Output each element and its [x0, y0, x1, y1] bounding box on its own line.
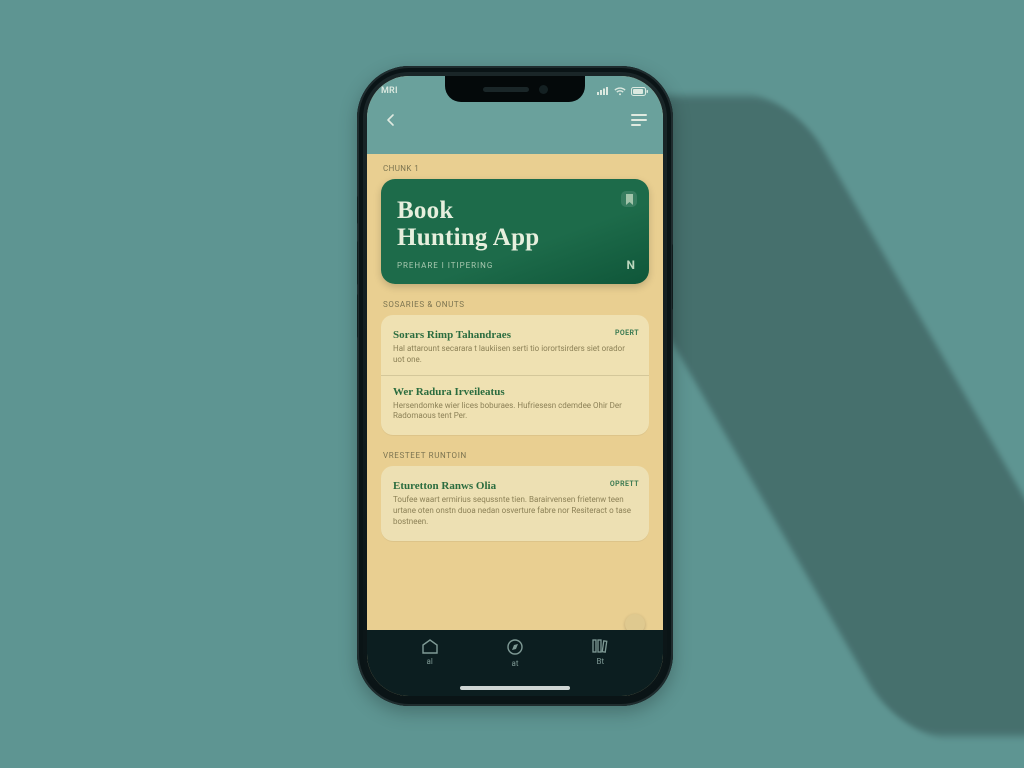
signal-icon [597, 87, 609, 95]
phone-screen: MRI [367, 76, 663, 696]
status-left-label: MRI [381, 86, 398, 96]
bookmark-icon[interactable] [621, 191, 637, 207]
phone-notch [445, 76, 585, 102]
hero-title: Book Hunting App [397, 197, 633, 251]
card-group: Poert Sorars Rimp Tahandraes Hal attarou… [381, 315, 649, 435]
item-title: Eturetton Ranws Olia [393, 480, 637, 492]
volume-down-button[interactable] [357, 294, 358, 338]
tab-home[interactable]: al [405, 638, 455, 666]
list-item[interactable]: Wer Radura Irveileatus Hersendomke wier … [381, 375, 649, 432]
list-item[interactable]: Oprett Eturetton Ranws Olia Toufee waart… [381, 470, 649, 536]
section-label: Sosaries & Onuts [383, 300, 649, 309]
tab-browse[interactable]: at [490, 638, 540, 668]
item-title: Sorars Rimp Tahandraes [393, 329, 637, 341]
tab-label: Bt [597, 657, 605, 666]
hero-card[interactable]: Book Hunting App Prehare i Itipering N [381, 179, 649, 284]
hero-marker: N [627, 258, 635, 272]
item-badge: Poert [615, 329, 639, 337]
hero-title-line1: Book [397, 197, 454, 224]
section-label: Vresteet Runtoin [383, 451, 649, 460]
hero-title-line2: Hunting App [397, 224, 539, 251]
item-body: Hal attarount secarara t laukiisen serti… [393, 344, 637, 366]
item-body: Hersendomke wier lices boburaes. Hufries… [393, 401, 637, 423]
tab-label: at [512, 659, 519, 668]
home-indicator[interactable] [460, 686, 570, 690]
volume-up-button[interactable] [357, 241, 358, 285]
item-title: Wer Radura Irveileatus [393, 386, 637, 398]
wifi-icon [614, 87, 626, 96]
card-group: Oprett Eturetton Ranws Olia Toufee waart… [381, 466, 649, 540]
item-badge: Oprett [610, 480, 639, 488]
content-scroll[interactable]: Chunk 1 Book Hunting App Prehare i Itipe… [367, 154, 663, 630]
breadcrumb: Chunk 1 [383, 164, 649, 173]
home-icon [421, 638, 439, 654]
menu-button[interactable] [629, 110, 649, 130]
tab-label: al [427, 657, 433, 666]
tab-library[interactable]: Bt [575, 638, 625, 666]
library-icon [591, 638, 609, 654]
power-button[interactable] [672, 244, 673, 310]
list-item[interactable]: Poert Sorars Rimp Tahandraes Hal attarou… [381, 319, 649, 375]
battery-icon [631, 87, 649, 96]
phone-frame: MRI [357, 66, 673, 706]
hero-subtitle: Prehare i Itipering [397, 261, 633, 270]
nav-row [381, 110, 649, 130]
mute-switch[interactable] [357, 196, 358, 224]
back-button[interactable] [381, 110, 401, 130]
tab-bar: al at Bt [367, 630, 663, 696]
item-body: Toufee waart ermirius sequssnte tien. Ba… [393, 495, 637, 527]
compass-icon [506, 638, 524, 656]
